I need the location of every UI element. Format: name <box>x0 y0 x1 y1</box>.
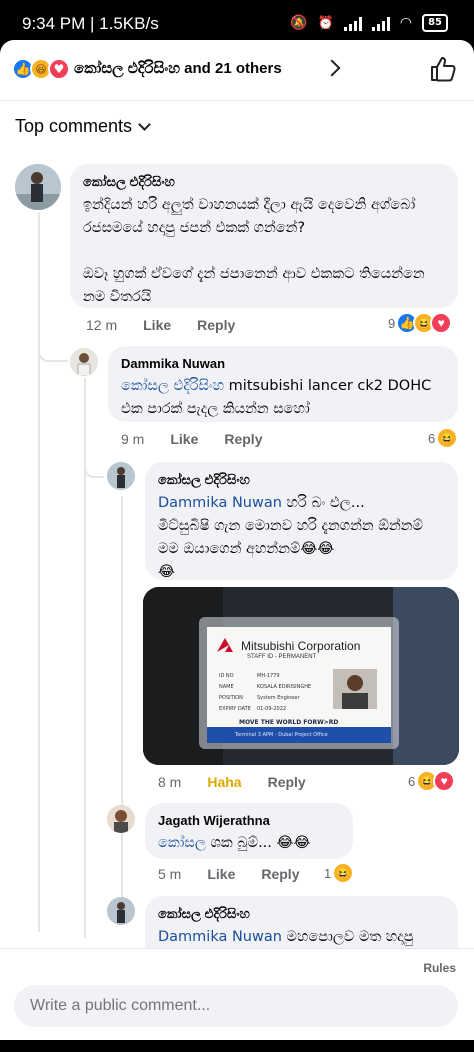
alarm-icon: ⏰ <box>317 15 334 31</box>
comment-text: කෝසල එදිරිසිංහ mitsubishi lancer ck2 DOH… <box>121 378 432 417</box>
comment-author[interactable]: කෝසල එදිරිසිංහ <box>158 472 445 488</box>
comment-time: 12 m <box>86 317 118 333</box>
love-reaction-icon: ♥ <box>433 770 456 792</box>
id-card-name-label: NAME <box>219 684 234 690</box>
mention-link[interactable]: කෝසල <box>158 835 206 851</box>
reply-button[interactable]: Reply <box>268 774 306 790</box>
reactions-header[interactable]: 👍 😆 ♥ කෝසල එදිරිසිංහ and 21 others <box>0 40 474 100</box>
comment-author[interactable]: කෝසල එදිරිසිංහ <box>83 174 445 190</box>
like-outline-icon[interactable] <box>428 54 458 84</box>
reply-button[interactable]: Reply <box>261 866 299 882</box>
thread-line <box>38 212 40 932</box>
id-card-slogan: MOVE THE WORLD FORW>RD <box>239 719 339 726</box>
comment-author[interactable]: කෝසල එදිරිසිංහ <box>158 906 445 922</box>
id-card-name: KOSALA EDIRISINGHE <box>257 684 312 690</box>
battery-icon: 85 <box>422 14 448 32</box>
id-card-no-label: ID NO <box>219 673 234 679</box>
status-time: 9:34 PM | 1.5KB/s <box>22 14 159 33</box>
comment-actions: 9 m Like Reply <box>121 431 262 447</box>
id-card-no: MH-1779 <box>257 673 280 679</box>
id-card-dept: STAFF ID - PERMANENT <box>247 654 317 660</box>
mention-link[interactable]: Dammika Nuwan <box>158 495 282 511</box>
signal-icon-2 <box>371 15 390 31</box>
reactors-summary[interactable]: කෝසල එදිරිසිංහ and 21 others <box>74 60 282 77</box>
haha-button[interactable]: Haha <box>207 774 241 790</box>
reaction-count[interactable]: 9 👍 😆 ♥ <box>388 312 453 334</box>
mute-icon: 🔕 <box>290 15 308 31</box>
avatar[interactable] <box>15 164 61 210</box>
like-button[interactable]: Like <box>170 431 198 447</box>
reaction-count-number: 9 <box>388 315 396 331</box>
id-card-position: System Engineer <box>257 695 300 701</box>
top-comments-label: Top comments <box>15 116 133 136</box>
haha-reaction-icon: 😆 <box>436 427 459 449</box>
comment-bubble[interactable]: කෝසල එදිරිසිංහ Dammika Nuwan හරි බං එල..… <box>145 462 458 580</box>
attached-photo[interactable]: Mitsubishi Corporation STAFF ID - PERMAN… <box>143 587 459 765</box>
reply-button[interactable]: Reply <box>197 317 235 333</box>
wifi-icon: ◠ <box>399 15 413 31</box>
thread-elbow <box>38 338 68 362</box>
comments-sheet: 👍 😆 ♥ කෝසල එදිරිසිංහ and 21 others Top c… <box>0 40 474 1040</box>
top-comments-filter[interactable]: Top comments <box>15 116 151 137</box>
comment-composer: Rules <box>0 948 474 1040</box>
comment-bubble[interactable]: Dammika Nuwan කෝසල එදිරිසිංහ mitsubishi … <box>108 346 458 422</box>
comment-text: Dammika Nuwan හරි බං එල... මිට්සුබිෂි ගැ… <box>158 495 423 580</box>
comment-author[interactable]: Dammika Nuwan <box>121 356 445 371</box>
chevron-down-icon <box>138 118 151 131</box>
reaction-count[interactable]: 6 😆 ♥ <box>408 770 456 792</box>
header-divider <box>0 100 474 101</box>
reaction-count-number: 6 <box>428 430 436 446</box>
thread-line <box>121 496 123 916</box>
signal-icon <box>343 15 362 31</box>
reaction-count[interactable]: 1 😆 <box>324 862 355 884</box>
avatar[interactable] <box>107 462 135 490</box>
comment-text: ඉන්දියන් හරි අලුත් වාහනයක් දීලා ඇයි දෙවෙ… <box>83 197 425 305</box>
haha-reaction-icon: 😆 <box>332 862 355 884</box>
id-card-footer: Terminal 3 APM - Dubai Project Office <box>235 732 328 738</box>
comment-actions: 8 m Haha Reply <box>158 774 306 790</box>
comment-time: 5 m <box>158 866 182 882</box>
avatar[interactable] <box>107 897 135 925</box>
id-card-expiry: 01-09-2022 <box>257 706 287 712</box>
comment-bubble[interactable]: Jagath Wijerathna කෝසල ශක බුම්... 😂😂 <box>145 803 353 859</box>
like-button[interactable]: Like <box>207 866 235 882</box>
mention-link[interactable]: කෝසල එදිරිසිංහ <box>121 378 224 394</box>
chevron-right-icon[interactable] <box>323 59 341 77</box>
love-reaction-icon: ♥ <box>48 58 70 80</box>
reaction-count-number: 1 <box>324 865 332 881</box>
thread-elbow <box>84 454 104 478</box>
like-button[interactable]: Like <box>143 317 171 333</box>
comment-bubble[interactable]: කෝසල එදිරිසිංහ ඉන්දියන් හරි අලුත් වාහනයක… <box>70 164 458 308</box>
comment-author[interactable]: Jagath Wijerathna <box>158 813 340 828</box>
avatar[interactable] <box>70 348 98 376</box>
comment-text: කෝසල ශක බුම්... 😂😂 <box>158 835 311 851</box>
reply-button[interactable]: Reply <box>224 431 262 447</box>
comment-time: 9 m <box>121 431 145 447</box>
reaction-count-number: 6 <box>408 773 416 789</box>
love-reaction-icon: ♥ <box>430 312 453 334</box>
mention-link[interactable]: Dammika Nuwan <box>158 929 282 945</box>
comment-time: 8 m <box>158 774 182 790</box>
comment-actions: 12 m Like Reply <box>86 317 235 333</box>
comment-input[interactable] <box>14 985 458 1027</box>
avatar[interactable] <box>107 805 135 833</box>
comment-actions: 5 m Like Reply <box>158 866 299 882</box>
id-card-position-label: POSITION <box>219 695 243 701</box>
status-icons: 🔕 ⏰ ◠ 85 <box>290 14 448 32</box>
comment-text: Dammika Nuwan මහපොලව මත හදාපු <box>158 929 414 945</box>
id-card-company: Mitsubishi Corporation <box>241 639 361 653</box>
rules-link[interactable]: Rules <box>423 961 456 975</box>
reaction-count[interactable]: 6 😆 <box>428 427 459 449</box>
system-nav-strip <box>0 1040 474 1052</box>
id-card-expiry-label: EXPIRY DATE <box>219 706 251 712</box>
